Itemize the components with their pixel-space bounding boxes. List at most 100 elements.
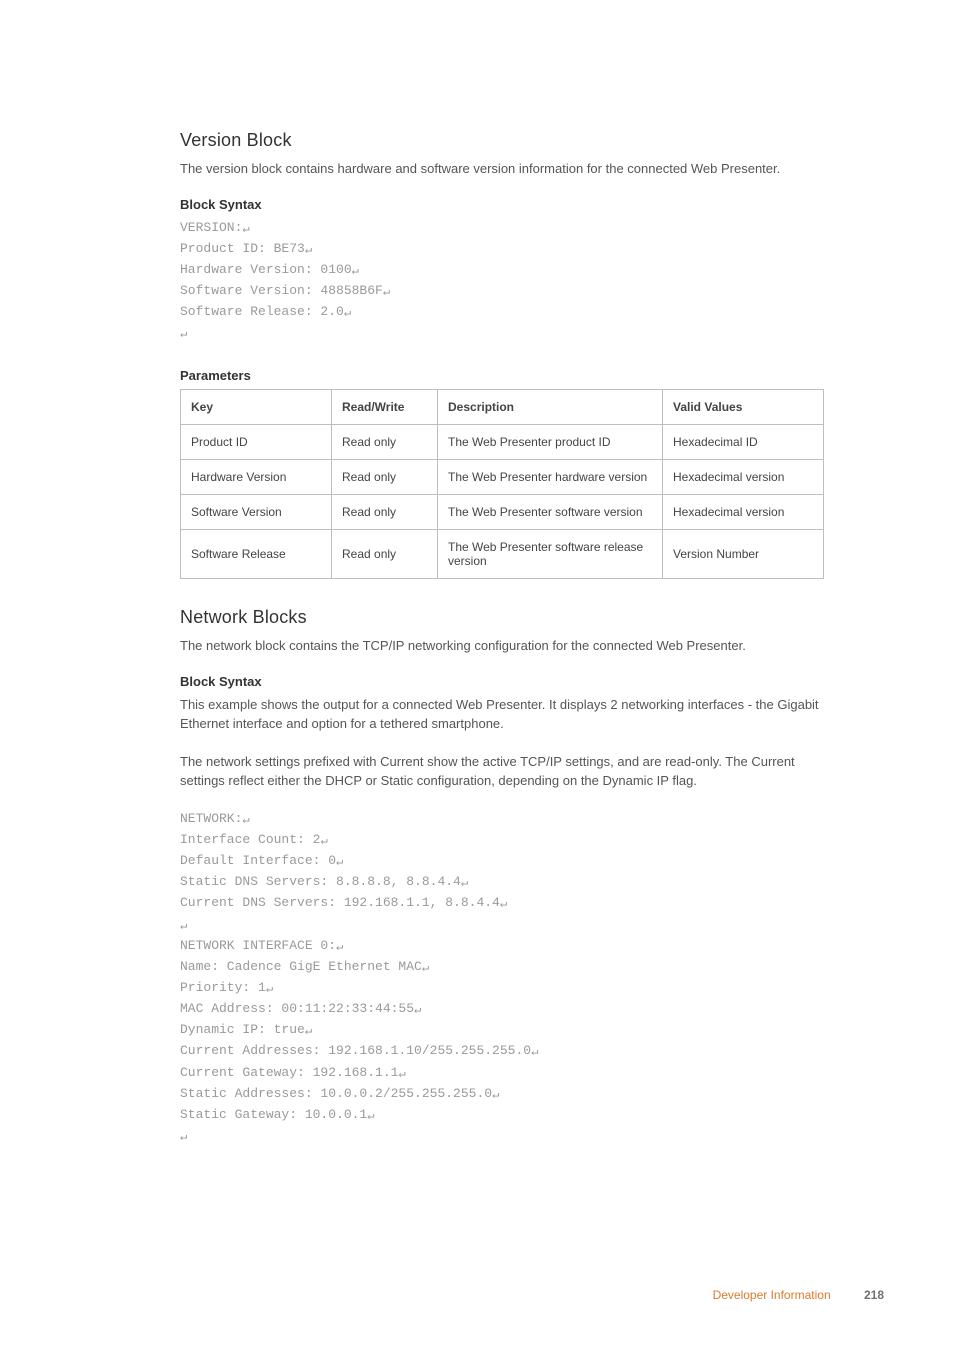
code-line: Static Addresses: 10.0.0.2/255.255.255.0 xyxy=(180,1084,824,1105)
carriage-return-icon xyxy=(367,1106,374,1126)
carriage-return-icon xyxy=(422,958,429,978)
code-line: Software Release: 2.0 xyxy=(180,302,824,323)
table-cell: Read only xyxy=(332,530,438,579)
code-line-text: Current Gateway: 192.168.1.1 xyxy=(180,1065,398,1080)
table-row: Hardware VersionRead onlyThe Web Present… xyxy=(181,460,824,495)
network-para-2: The network settings prefixed with Curre… xyxy=(180,752,824,791)
carriage-return-icon xyxy=(305,1021,312,1041)
code-line-text: NETWORK INTERFACE 0: xyxy=(180,938,336,953)
table-cell: Read only xyxy=(332,425,438,460)
carriage-return-icon xyxy=(414,1000,421,1020)
table-cell: Read only xyxy=(332,460,438,495)
section-intro-network-blocks: The network block contains the TCP/IP ne… xyxy=(180,636,824,656)
code-line-text: Software Release: 2.0 xyxy=(180,304,344,319)
code-line-text: NETWORK: xyxy=(180,811,242,826)
code-line-text: Static Gateway: 10.0.0.1 xyxy=(180,1107,367,1122)
block-syntax-heading-2: Block Syntax xyxy=(180,674,824,689)
carriage-return-icon xyxy=(180,1127,187,1147)
code-line: Priority: 1 xyxy=(180,978,824,999)
code-line: Dynamic IP: true xyxy=(180,1020,824,1041)
code-block-version: VERSION: Product ID: BE73 Hardware Version… xyxy=(180,218,824,345)
code-line-text: Static Addresses: 10.0.0.2/255.255.255.0 xyxy=(180,1086,492,1101)
table-cell: Software Version xyxy=(181,495,332,530)
table-header-readwrite: Read/Write xyxy=(332,390,438,425)
code-line-text: Name: Cadence GigE Ethernet MAC xyxy=(180,959,422,974)
table-header-description: Description xyxy=(438,390,663,425)
code-line: Software Version: 48858B6F xyxy=(180,281,824,302)
table-cell: Hexadecimal version xyxy=(663,460,824,495)
code-line: Name: Cadence GigE Ethernet MAC xyxy=(180,957,824,978)
carriage-return-icon xyxy=(180,916,187,936)
carriage-return-icon xyxy=(266,979,273,999)
table-row: Software VersionRead onlyThe Web Present… xyxy=(181,495,824,530)
carriage-return-icon xyxy=(383,282,390,302)
page-content: Version Block The version block contains… xyxy=(0,0,954,1147)
carriage-return-icon xyxy=(500,894,507,914)
carriage-return-icon xyxy=(242,810,249,830)
table-cell: Read only xyxy=(332,495,438,530)
carriage-return-icon xyxy=(492,1085,499,1105)
table-header-key: Key xyxy=(181,390,332,425)
code-line-text: Current DNS Servers: 192.168.1.1, 8.8.4.… xyxy=(180,895,500,910)
carriage-return-icon xyxy=(398,1064,405,1084)
code-block-network: NETWORK: Interface Count: 2 Default Interf… xyxy=(180,809,824,1147)
section-heading-network-blocks: Network Blocks xyxy=(180,607,824,628)
code-line: Interface Count: 2 xyxy=(180,830,824,851)
table-cell: The Web Presenter hardware version xyxy=(438,460,663,495)
code-line: Current Gateway: 192.168.1.1 xyxy=(180,1063,824,1084)
carriage-return-icon xyxy=(305,240,312,260)
table-cell: The Web Presenter software version xyxy=(438,495,663,530)
table-header-row: Key Read/Write Description Valid Values xyxy=(181,390,824,425)
section-intro-version-block: The version block contains hardware and … xyxy=(180,159,824,179)
parameters-heading: Parameters xyxy=(180,368,824,383)
code-line-text: Product ID: BE73 xyxy=(180,241,305,256)
table-row: Product IDRead onlyThe Web Presenter pro… xyxy=(181,425,824,460)
table-cell: The Web Presenter software release versi… xyxy=(438,530,663,579)
code-line xyxy=(180,1126,824,1147)
table-cell: Hardware Version xyxy=(181,460,332,495)
code-line-text: Static DNS Servers: 8.8.8.8, 8.8.4.4 xyxy=(180,874,461,889)
code-line: NETWORK INTERFACE 0: xyxy=(180,936,824,957)
table-cell: Software Release xyxy=(181,530,332,579)
code-line-text: VERSION: xyxy=(180,220,242,235)
network-para-1: This example shows the output for a conn… xyxy=(180,695,824,734)
code-line: Static DNS Servers: 8.8.8.8, 8.8.4.4 xyxy=(180,872,824,893)
table-cell: Hexadecimal version xyxy=(663,495,824,530)
code-line: Current Addresses: 192.168.1.10/255.255.… xyxy=(180,1041,824,1062)
code-line-text: Default Interface: 0 xyxy=(180,853,336,868)
code-line-text: Dynamic IP: true xyxy=(180,1022,305,1037)
code-line xyxy=(180,915,824,936)
table-cell: The Web Presenter product ID xyxy=(438,425,663,460)
table-header-valid-values: Valid Values xyxy=(663,390,824,425)
code-line-text: Software Version: 48858B6F xyxy=(180,283,383,298)
table-row: Software ReleaseRead onlyThe Web Present… xyxy=(181,530,824,579)
code-line: Current DNS Servers: 192.168.1.1, 8.8.4.… xyxy=(180,893,824,914)
footer-section-title: Developer Information xyxy=(713,1288,831,1302)
code-line-text: MAC Address: 00:11:22:33:44:55 xyxy=(180,1001,414,1016)
code-line-text: Current Addresses: 192.168.1.10/255.255.… xyxy=(180,1043,531,1058)
code-line: Hardware Version: 0100 xyxy=(180,260,824,281)
block-syntax-heading-1: Block Syntax xyxy=(180,197,824,212)
carriage-return-icon xyxy=(531,1042,538,1062)
table-cell: Product ID xyxy=(181,425,332,460)
carriage-return-icon xyxy=(461,873,468,893)
code-line: Static Gateway: 10.0.0.1 xyxy=(180,1105,824,1126)
carriage-return-icon xyxy=(180,324,187,344)
code-line xyxy=(180,323,824,344)
parameters-table: Key Read/Write Description Valid Values … xyxy=(180,389,824,579)
code-line-text: Priority: 1 xyxy=(180,980,266,995)
carriage-return-icon xyxy=(344,303,351,323)
carriage-return-icon xyxy=(242,219,249,239)
code-line-text: Interface Count: 2 xyxy=(180,832,320,847)
footer-page-number: 218 xyxy=(864,1288,884,1302)
section-heading-version-block: Version Block xyxy=(180,130,824,151)
table-cell: Hexadecimal ID xyxy=(663,425,824,460)
carriage-return-icon xyxy=(336,852,343,872)
page-footer: Developer Information 218 xyxy=(713,1288,884,1302)
code-line: MAC Address: 00:11:22:33:44:55 xyxy=(180,999,824,1020)
table-cell: Version Number xyxy=(663,530,824,579)
carriage-return-icon xyxy=(336,937,343,957)
code-line: Default Interface: 0 xyxy=(180,851,824,872)
carriage-return-icon xyxy=(352,261,359,281)
code-line: VERSION: xyxy=(180,218,824,239)
